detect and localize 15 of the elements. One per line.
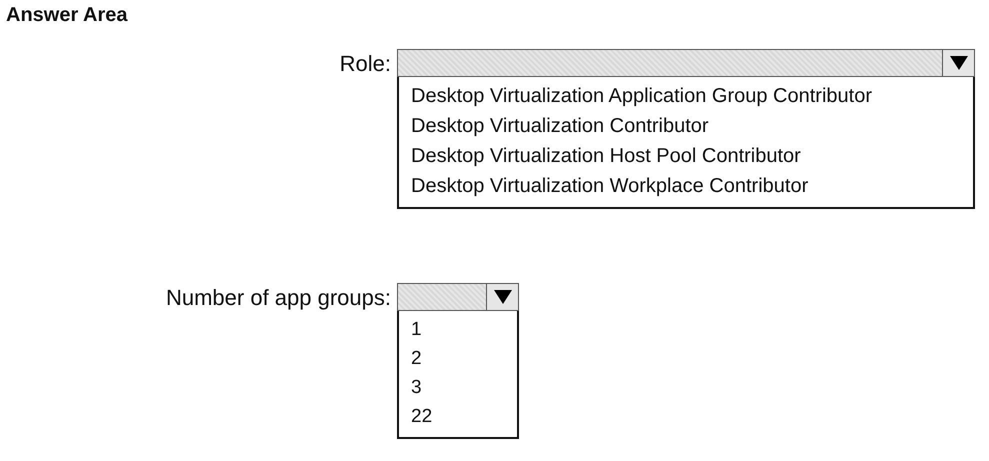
dropdown-option[interactable]: Desktop Virtualization Host Pool Contributor: [411, 141, 801, 171]
dropdown-option[interactable]: 2: [411, 344, 422, 373]
caret-icon: [494, 290, 512, 304]
dropdown-option[interactable]: 1: [411, 315, 422, 344]
field-label: Role:: [340, 50, 391, 78]
dropdown[interactable]: [397, 283, 519, 311]
dropdown[interactable]: [397, 49, 975, 77]
dropdown-option[interactable]: Desktop Virtualization Contributor: [411, 111, 709, 141]
dropdown-option[interactable]: 22: [411, 402, 432, 431]
field-label: Number of app groups:: [166, 284, 391, 312]
dropdown-option[interactable]: 3: [411, 373, 422, 402]
dropdown-option[interactable]: Desktop Virtualization Workplace Contributor: [411, 171, 808, 201]
caret-icon: [950, 56, 968, 70]
dropdown-option[interactable]: Desktop Virtualization Application Group Contributor: [411, 81, 872, 111]
answer-area-title: Answer Area: [6, 4, 128, 27]
